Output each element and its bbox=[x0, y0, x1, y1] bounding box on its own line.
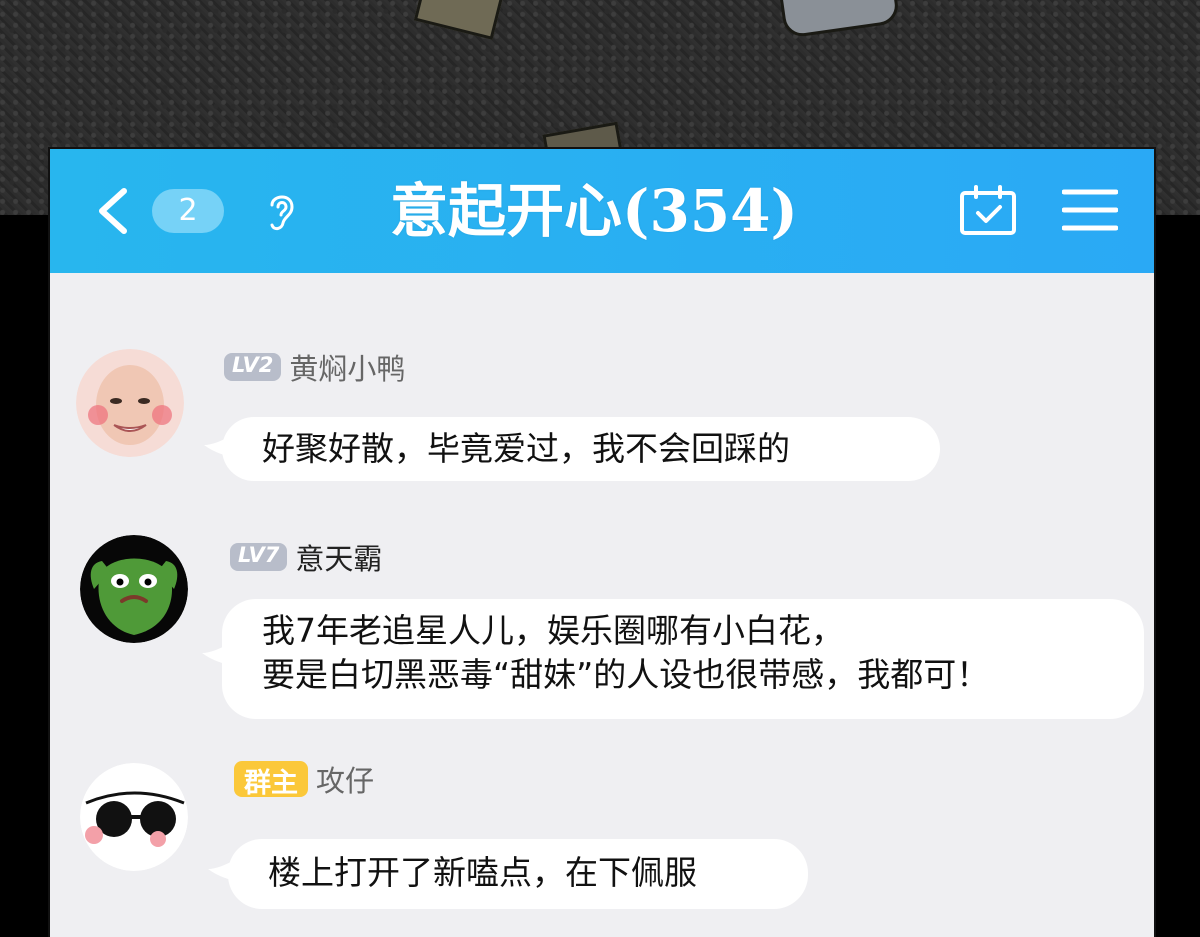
sender-line: LV7 意天霸 bbox=[230, 537, 382, 577]
menu-icon[interactable] bbox=[1062, 187, 1118, 233]
message-bubble[interactable]: 楼上打开了新嗑点，在下佩服 bbox=[228, 839, 808, 909]
sender-line: 群主 攻仔 bbox=[234, 759, 374, 799]
avatar[interactable] bbox=[80, 535, 188, 643]
rubble-piece bbox=[413, 0, 508, 40]
sender-name[interactable]: 意天霸 bbox=[295, 536, 382, 578]
chevron-left-icon[interactable] bbox=[94, 187, 134, 235]
group-chat-window: 2 意起开心(354) LV2 黄焖小鸭 好聚好散，毕竟爱过，我不会回踩的 LV… bbox=[48, 147, 1156, 937]
avatar[interactable] bbox=[80, 763, 188, 871]
avatar[interactable] bbox=[76, 349, 184, 457]
chat-header: 2 意起开心(354) bbox=[50, 149, 1154, 273]
calendar-check-icon[interactable] bbox=[958, 185, 1018, 237]
message-line: 好聚好散，毕竟爱过，我不会回踩的 bbox=[262, 429, 790, 468]
sender-line: LV2 黄焖小鸭 bbox=[224, 347, 405, 387]
message-bubble[interactable]: 好聚好散，毕竟爱过，我不会回踩的 bbox=[222, 417, 940, 481]
message-bubble[interactable]: 我7年老追星人儿，娱乐圈哪有小白花， 要是白切黑恶毒“甜妹”的人设也很带感，我都… bbox=[222, 599, 1144, 719]
unread-count-badge[interactable]: 2 bbox=[152, 189, 224, 233]
chat-title: 意起开心(354) bbox=[390, 177, 798, 245]
rubble-piece bbox=[775, 0, 901, 39]
group-owner-badge: 群主 bbox=[234, 761, 308, 799]
message-line: 要是白切黑恶毒“甜妹”的人设也很带感，我都可！ bbox=[262, 655, 990, 694]
message-line: 楼上打开了新嗑点，在下佩服 bbox=[268, 853, 697, 892]
message-line: 我7年老追星人儿，娱乐圈哪有小白花， bbox=[262, 611, 844, 650]
sender-name[interactable]: 攻仔 bbox=[316, 758, 374, 800]
level-badge: LV7 bbox=[230, 543, 288, 571]
ear-icon[interactable] bbox=[262, 189, 302, 233]
level-badge: LV2 bbox=[224, 353, 282, 381]
sender-name[interactable]: 黄焖小鸭 bbox=[289, 346, 405, 388]
